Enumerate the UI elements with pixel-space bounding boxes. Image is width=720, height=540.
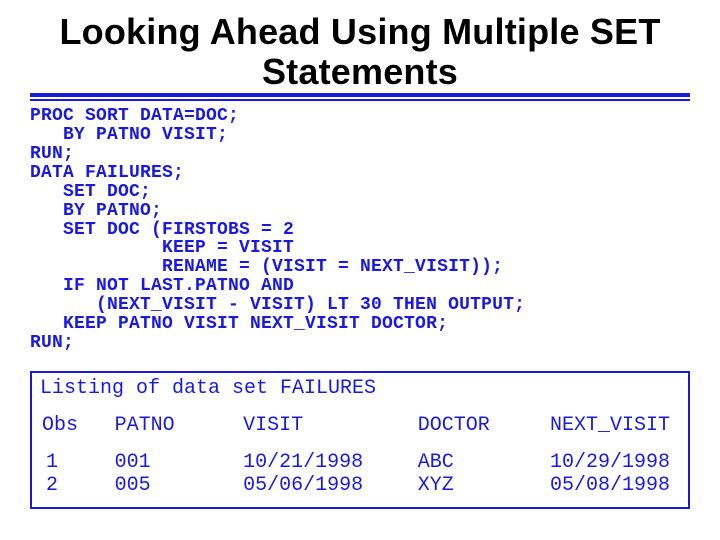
- cell-next-visit: 05/08/1998: [540, 474, 680, 497]
- divider-thin: [30, 99, 690, 101]
- slide: Looking Ahead Using Multiple SET Stateme…: [0, 0, 720, 540]
- col-patno: PATNO: [105, 414, 234, 451]
- cell-doctor: ABC: [408, 451, 540, 474]
- cell-patno: 001: [105, 451, 234, 474]
- cell-obs: 1: [40, 451, 105, 474]
- cell-visit: 05/06/1998: [233, 474, 408, 497]
- failures-table: Obs PATNO VISIT DOCTOR NEXT_VISIT 1 001 …: [40, 414, 680, 497]
- cell-next-visit: 10/29/1998: [540, 451, 680, 474]
- divider-thick: [30, 93, 690, 97]
- table-row: 1 001 10/21/1998 ABC 10/29/1998: [40, 451, 680, 474]
- code-block: PROC SORT DATA=DOC; BY PATNO VISIT; RUN;…: [30, 107, 690, 353]
- col-visit: VISIT: [233, 414, 408, 451]
- cell-visit: 10/21/1998: [233, 451, 408, 474]
- cell-doctor: XYZ: [408, 474, 540, 497]
- table-row: 2 005 05/06/1998 XYZ 05/08/1998: [40, 474, 680, 497]
- listing-title: Listing of data set FAILURES: [40, 377, 680, 400]
- col-doctor: DOCTOR: [408, 414, 540, 451]
- slide-title: Looking Ahead Using Multiple SET Stateme…: [30, 12, 690, 91]
- table-header-row: Obs PATNO VISIT DOCTOR NEXT_VISIT: [40, 414, 680, 451]
- col-next-visit: NEXT_VISIT: [540, 414, 680, 451]
- cell-patno: 005: [105, 474, 234, 497]
- cell-obs: 2: [40, 474, 105, 497]
- listing-box: Listing of data set FAILURES Obs PATNO V…: [30, 371, 690, 509]
- col-obs: Obs: [40, 414, 105, 451]
